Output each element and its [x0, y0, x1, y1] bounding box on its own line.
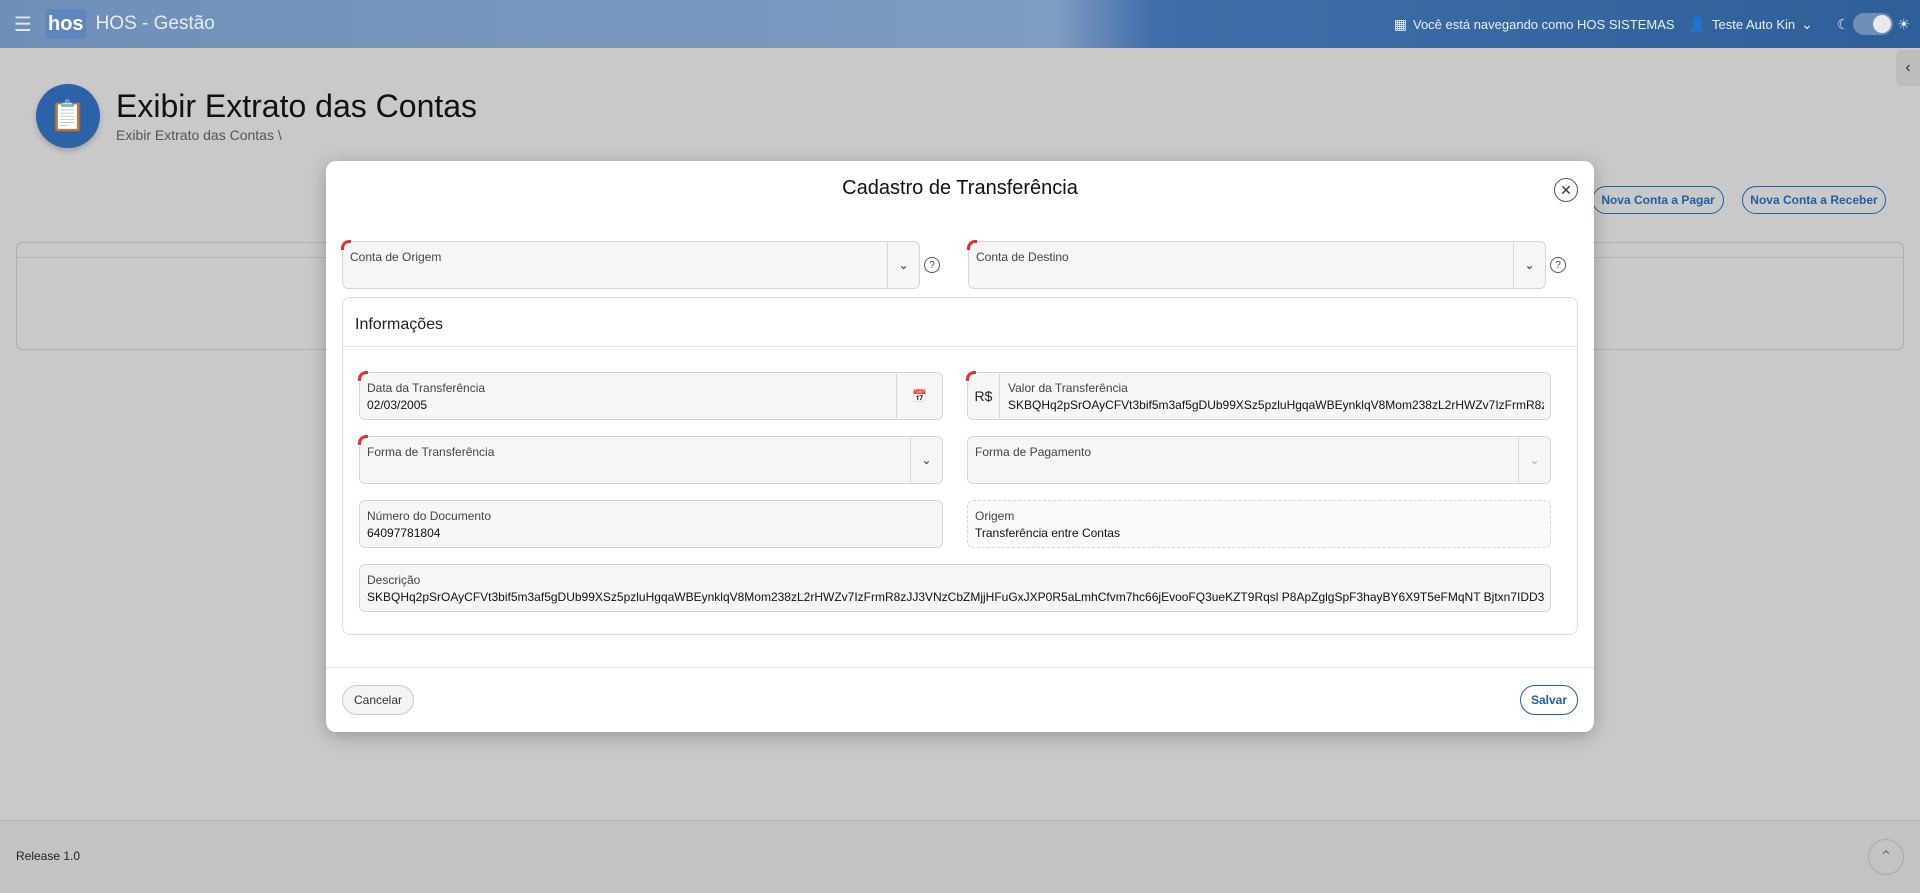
navigating-as-label: Você está navegando como HOS SISTEMAS: [1412, 16, 1675, 32]
close-icon[interactable]: ✕: [1554, 178, 1578, 202]
payment-method-select[interactable]: Forma de Pagamento ⌄: [967, 436, 1551, 484]
origin-account-select[interactable]: Conta de Origem ⌄: [341, 240, 920, 289]
navigating-as[interactable]: ▦ Você está navegando como HOS SISTEMAS: [1394, 16, 1675, 33]
required-marker: [358, 371, 368, 381]
modal-title: Cadastro de Transferência: [842, 177, 1078, 199]
chevron-down-icon[interactable]: ⌄: [887, 242, 919, 288]
new-receivable-button[interactable]: Nova Conta a Receber: [1742, 186, 1886, 214]
transfer-date-label: Data da Transferência: [367, 381, 486, 395]
menu-icon[interactable]: ☰: [14, 12, 36, 37]
document-number-label: Número do Documento: [367, 509, 492, 523]
origin-value: Transferência entre Contas: [975, 526, 1120, 540]
currency-prefix: R$: [968, 373, 1000, 419]
page-title: Exibir Extrato das Contas: [116, 88, 478, 124]
calendar-icon[interactable]: 📅: [896, 373, 942, 419]
document-number-value: 64097781804: [367, 526, 441, 540]
collapse-panel-button[interactable]: ‹: [1896, 50, 1920, 86]
chevron-down-icon[interactable]: ⌄: [910, 437, 942, 483]
breadcrumb: Exibir Extrato das Contas \: [116, 127, 282, 143]
transfer-modal: Cadastro de Transferência ✕ Conta de Ori…: [326, 161, 1594, 732]
top-right-area: ▦ Você está navegando como HOS SISTEMAS …: [1394, 0, 1920, 48]
chevron-down-icon: ⌄: [1801, 15, 1813, 32]
top-bar: ☰ hos HOS - Gestão ▦ Você está navegando…: [0, 0, 1920, 48]
clipboard-icon: 📋: [36, 84, 100, 148]
transfer-date-field[interactable]: Data da Transferência 02/03/2005 📅: [358, 371, 943, 420]
transfer-value-label: Valor da Transferência: [1008, 381, 1128, 395]
scroll-top-button[interactable]: ⌃: [1868, 839, 1904, 875]
payment-method-label: Forma de Pagamento: [975, 445, 1092, 459]
document-number-field[interactable]: Número do Documento 64097781804: [359, 500, 943, 548]
moon-icon: ☾: [1836, 15, 1850, 32]
new-payable-button[interactable]: Nova Conta a Pagar: [1592, 186, 1724, 214]
transfer-method-select[interactable]: Forma de Transferência ⌄: [358, 435, 943, 484]
sun-icon: ☀: [1897, 15, 1910, 32]
help-icon[interactable]: ?: [924, 257, 940, 273]
info-section: Informações Data da Transferência 02/03/…: [342, 297, 1578, 635]
required-marker: [358, 435, 368, 445]
app-logo: hos: [46, 9, 86, 39]
section-title: Informações: [355, 316, 444, 333]
theme-toggle[interactable]: [1853, 13, 1894, 35]
cancel-button[interactable]: Cancelar: [342, 685, 414, 715]
transfer-date-value: 02/03/2005: [367, 398, 428, 412]
user-name: Teste Auto Kin: [1712, 16, 1796, 32]
destination-account-select[interactable]: Conta de Destino ⌄: [967, 240, 1546, 289]
destination-account-label: Conta de Destino: [976, 250, 1069, 264]
transfer-value-field[interactable]: R$ Valor da Transferência SKBQHq2pSrOAyC…: [966, 371, 1551, 420]
transfer-value: SKBQHq2pSrOAyCFVt3bif5m3af5gDUb99XSz5pzl…: [1008, 398, 1544, 412]
help-icon[interactable]: ?: [1550, 257, 1566, 273]
origin-account-label: Conta de Origem: [350, 250, 442, 264]
footer: Release 1.0 ⌃: [0, 820, 1920, 893]
origin-label: Origem: [975, 509, 1015, 523]
transfer-method-label: Forma de Transferência: [367, 445, 495, 459]
user-icon: 👤: [1688, 15, 1707, 32]
required-marker: [967, 240, 977, 250]
building-icon: ▦: [1393, 15, 1407, 32]
save-button[interactable]: Salvar: [1520, 685, 1578, 715]
user-menu[interactable]: 👤 Teste Auto Kin ⌄: [1689, 16, 1813, 33]
release-label: Release 1.0: [16, 849, 81, 863]
chevron-down-icon[interactable]: ⌄: [1518, 437, 1550, 483]
description-label: Descrição: [367, 573, 421, 587]
required-marker: [341, 240, 351, 250]
app-name: HOS - Gestão: [95, 13, 215, 34]
origin-field: Origem Transferência entre Contas: [967, 500, 1551, 548]
description-value: SKBQHq2pSrOAyCFVt3bif5m3af5gDUb99XSz5pzl…: [367, 590, 1544, 604]
description-field[interactable]: Descrição SKBQHq2pSrOAyCFVt3bif5m3af5gDU…: [359, 564, 1551, 612]
chevron-down-icon[interactable]: ⌄: [1513, 242, 1545, 288]
